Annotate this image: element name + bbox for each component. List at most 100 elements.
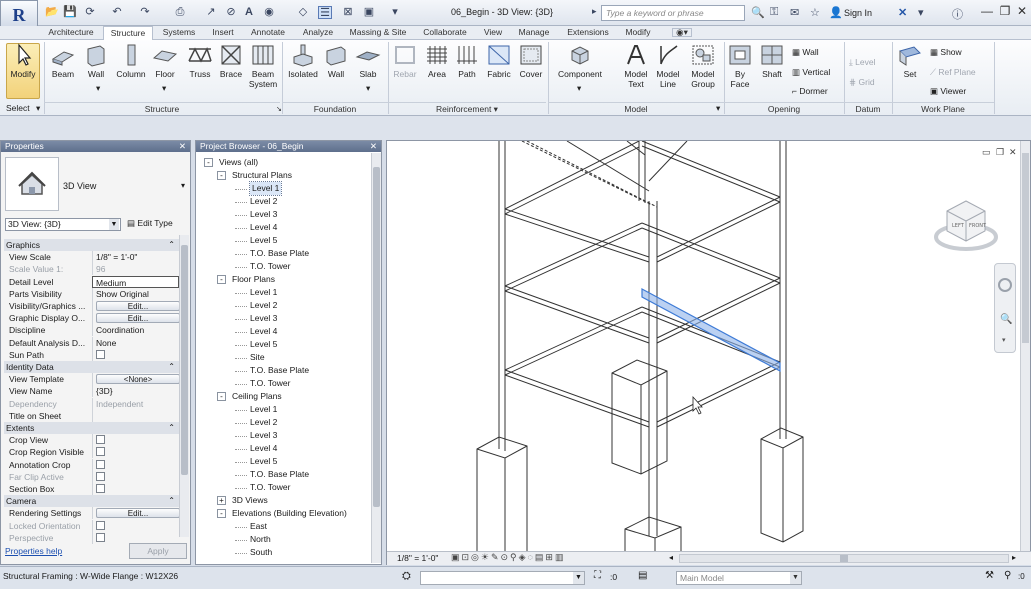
view-minimize-icon[interactable]: ▭ [982, 147, 991, 158]
property-value[interactable]: Edit... [92, 507, 179, 520]
ref-plane-button[interactable]: ⟋ Ref Plane [930, 67, 976, 77]
property-row[interactable]: Far Clip Active [4, 470, 179, 483]
property-group-header[interactable]: Camera ⌃ [4, 495, 179, 508]
property-row[interactable]: Dependency Independent [4, 397, 179, 410]
beam-button[interactable]: Beam [48, 43, 78, 79]
property-row[interactable]: Rendering Settings Edit... [4, 507, 179, 520]
property-value[interactable] [92, 409, 179, 422]
tab-systems[interactable]: Systems [154, 26, 204, 40]
tree-expander-icon[interactable]: + [217, 496, 226, 505]
property-value[interactable]: 1/8" = 1'-0" [92, 251, 179, 264]
property-checkbox[interactable] [96, 447, 105, 457]
tree-item[interactable]: East [250, 520, 267, 533]
zoom-dropdown-icon[interactable]: ▾ [1002, 336, 1006, 344]
viewport-hscroll[interactable] [679, 554, 1009, 563]
tree-category[interactable]: Views (all) [219, 156, 258, 169]
property-checkbox[interactable] [96, 471, 105, 481]
tree-item[interactable]: T.O. Tower [250, 481, 290, 494]
tree-item[interactable]: Level 5 [250, 234, 277, 247]
viewport-vscroll-thumb[interactable] [1022, 153, 1029, 343]
grid-button[interactable]: ⋕ Grid [849, 77, 875, 87]
filter-icon[interactable]: ⚲ [1004, 570, 1011, 581]
design-option-select[interactable]: Main Model ▼ [676, 571, 802, 585]
customize-qat-icon[interactable]: ▾ [388, 6, 402, 19]
user-icon[interactable]: 👤 [829, 6, 843, 19]
select-links-icon[interactable]: ⚒ [985, 570, 994, 581]
tree-item[interactable]: T.O. Base Plate [250, 247, 309, 260]
isolated-foundation-button[interactable]: Isolated [284, 43, 322, 79]
view-scale-control[interactable]: 1/8" = 1'-0" [397, 553, 438, 563]
shaft-button[interactable]: Shaft [757, 43, 787, 79]
tree-item[interactable]: Level 3 [250, 208, 277, 221]
search-input[interactable]: Type a keyword or phrase [601, 5, 745, 21]
property-value[interactable]: {3D} [92, 385, 179, 398]
properties-scroll-thumb[interactable] [181, 245, 188, 475]
tree-expander-icon[interactable]: - [217, 171, 226, 180]
property-value[interactable] [92, 483, 179, 495]
cover-button[interactable]: Cover [516, 43, 546, 79]
property-row[interactable]: View Template <None> [4, 373, 179, 386]
truss-button[interactable]: Truss [185, 43, 215, 79]
property-checkbox[interactable] [96, 435, 105, 445]
minimize-button[interactable]: — [978, 4, 996, 20]
reinforcement-panel-label[interactable]: Reinforcement ▾ [388, 102, 546, 114]
tab-analyze[interactable]: Analyze [295, 26, 341, 40]
editable-icon[interactable]: ⛶ [594, 570, 601, 581]
component-dropdown-icon[interactable]: ▾ [577, 83, 581, 93]
property-checkbox[interactable] [96, 484, 105, 493]
property-row[interactable]: Discipline Coordination [4, 324, 179, 337]
3d-viewport[interactable]: ▭ ❐ ✕ LEFT FRONT 🔍 ▾ 1/8" = 1'-0" ▣⊡◎☀✎⊙… [386, 140, 1031, 565]
tree-item[interactable]: Level 5 [250, 455, 277, 468]
design-options-icon[interactable]: ▤ [638, 570, 647, 581]
property-value[interactable]: Medium [92, 275, 179, 288]
property-group-header[interactable]: Extents ⌃ [4, 422, 179, 434]
property-row[interactable]: Detail Level Medium [4, 275, 179, 288]
set-work-plane-button[interactable]: Set [896, 43, 924, 79]
tree-expander-icon[interactable]: - [217, 509, 226, 518]
property-row[interactable]: Perspective [4, 531, 179, 544]
help-icon[interactable]: ⓘ [952, 6, 963, 22]
tree-item[interactable]: Level 4 [250, 325, 277, 338]
viewer-button[interactable]: ▣ Viewer [930, 86, 966, 96]
properties-help-link[interactable]: Properties help [5, 546, 62, 556]
property-value[interactable] [92, 446, 179, 459]
tree-category[interactable]: Ceiling Plans [232, 390, 282, 403]
property-edit-button[interactable]: Edit... [96, 313, 179, 324]
collapse-chevron-icon[interactable]: ⌃ [168, 422, 175, 434]
tree-item[interactable]: Level 1 [248, 181, 283, 196]
tab-view[interactable]: View [476, 26, 510, 40]
select-chevron-icon[interactable]: ▾ [36, 103, 40, 113]
tree-item[interactable]: Level 3 [250, 312, 277, 325]
view-close-icon[interactable]: ✕ [1009, 147, 1017, 158]
property-value[interactable]: Edit... [92, 312, 179, 325]
rebar-button[interactable]: Rebar [390, 43, 420, 79]
property-value[interactable]: Show Original [92, 287, 179, 300]
property-value[interactable] [92, 470, 179, 483]
exchange-dropdown-icon[interactable]: ▾ [918, 6, 924, 19]
property-row[interactable]: Default Analysis D... None [4, 336, 179, 349]
wall-dropdown-icon[interactable]: ▾ [96, 83, 100, 93]
exchange-apps-icon[interactable]: ✕ [898, 6, 907, 19]
tree-category[interactable]: Elevations (Building Elevation) [232, 507, 347, 520]
tree-item[interactable]: Site [250, 351, 265, 364]
tree-item[interactable]: Level 4 [250, 221, 277, 234]
close-button[interactable]: ✕ [1013, 4, 1031, 20]
floor-dropdown-icon[interactable]: ▾ [162, 83, 166, 93]
tree-item[interactable]: T.O. Base Plate [250, 468, 309, 481]
tree-expander-icon[interactable]: - [204, 158, 213, 167]
property-value[interactable] [92, 348, 179, 361]
column-button[interactable]: Column [114, 43, 148, 79]
worksharing-icon[interactable]: ⛭ [402, 570, 411, 583]
save-icon[interactable]: 💾 [63, 6, 77, 19]
tree-item[interactable]: Level 1 [250, 286, 277, 299]
floor-button[interactable]: Floor [150, 43, 180, 79]
tree-item[interactable]: T.O. Tower [250, 377, 290, 390]
property-row[interactable]: Crop View [4, 434, 179, 447]
property-row[interactable]: Visibility/Graphics ... Edit... [4, 300, 179, 312]
property-value[interactable] [92, 519, 179, 532]
property-row[interactable]: Title on Sheet [4, 409, 179, 422]
view-control-icons[interactable]: ▣⊡◎☀✎⊙⚲◈◌▤⊞▥ [451, 552, 565, 563]
collapse-chevron-icon[interactable]: ⌃ [168, 239, 175, 251]
hscroll-thumb[interactable] [840, 555, 848, 562]
binoculars-icon[interactable]: 🔍 [751, 6, 765, 19]
